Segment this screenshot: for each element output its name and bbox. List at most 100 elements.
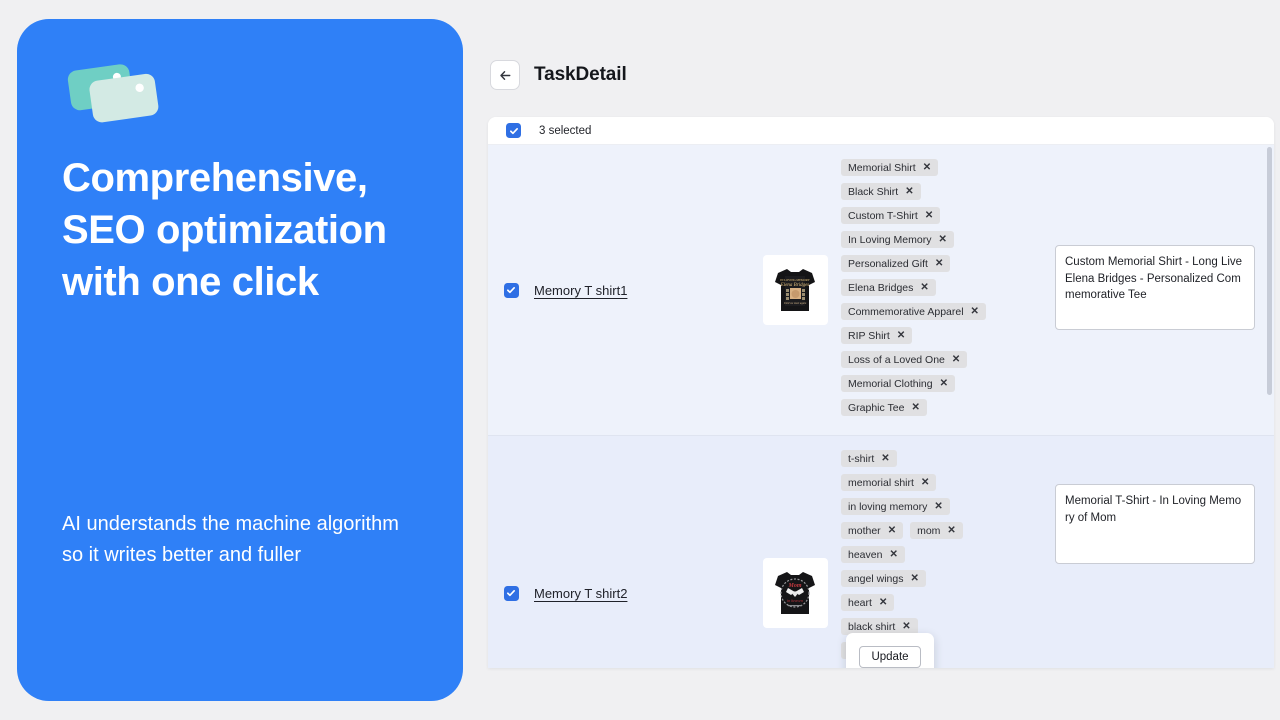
table-body: Memory T shirt1 IN LOVING MEMORY Elena B… — [488, 145, 1274, 668]
update-button[interactable]: Update — [859, 646, 921, 668]
tag-remove-icon[interactable]: ✕ — [889, 549, 897, 560]
tag-line: memorial shirt ✕ — [841, 474, 937, 491]
tag-label: memorial shirt — [848, 476, 914, 489]
tag-chip[interactable]: mother ✕ — [841, 522, 904, 539]
tag-line: RIP Shirt ✕ — [841, 327, 913, 344]
tag-label: Commemorative Apparel — [848, 305, 964, 318]
tag-label: Personalized Gift — [848, 257, 928, 270]
promo-headline: Comprehensive, SEO optimization with one… — [62, 156, 387, 304]
tag-label: in loving memory — [848, 500, 928, 513]
tag-chip[interactable]: Elena Bridges ✕ — [841, 279, 936, 296]
tag-label: heart — [848, 596, 872, 609]
tag-remove-icon[interactable]: ✕ — [923, 162, 931, 173]
tag-line: Personalized Gift ✕ — [841, 255, 951, 272]
product-link[interactable]: Memory T shirt2 — [534, 586, 627, 601]
row-checkbox[interactable] — [503, 585, 519, 601]
tag-chip[interactable]: mom ✕ — [910, 522, 963, 539]
tag-remove-icon[interactable]: ✕ — [940, 378, 948, 389]
product-link[interactable]: Memory T shirt1 — [534, 283, 627, 298]
tag-remove-icon[interactable]: ✕ — [952, 354, 960, 365]
tag-chip[interactable]: in loving memory ✕ — [841, 498, 950, 515]
svg-text:Until we meet again: Until we meet again — [784, 302, 807, 305]
row-checkbox[interactable] — [503, 282, 519, 298]
back-button[interactable] — [490, 60, 520, 90]
tag-chip[interactable]: t-shirt ✕ — [841, 450, 897, 467]
promo-panel: Comprehensive, SEO optimization with one… — [17, 19, 463, 701]
tag-remove-icon[interactable]: ✕ — [921, 477, 929, 488]
tag-chip[interactable]: Memorial Shirt ✕ — [841, 159, 939, 176]
screen-root: Comprehensive, SEO optimization with one… — [0, 0, 1280, 720]
tag-line: Loss of a Loved One ✕ — [841, 351, 968, 368]
tag-label: Graphic Tee — [848, 401, 905, 414]
row-thumbnail-cell: Mom in heaven — [749, 448, 841, 668]
tag-chip[interactable]: Memorial Clothing ✕ — [841, 375, 956, 392]
tag-label: Memorial Shirt — [848, 161, 916, 174]
task-detail-table: 3 selected Memory T shirt1 IN LOVING MEM… — [488, 117, 1274, 668]
tag-label: Memorial Clothing — [848, 377, 933, 390]
row-name-cell: Memory T shirt1 — [534, 157, 749, 423]
row-select-cell — [488, 448, 534, 668]
tag-remove-icon[interactable]: ✕ — [935, 258, 943, 269]
tag-remove-icon[interactable]: ✕ — [905, 186, 913, 197]
tag-remove-icon[interactable]: ✕ — [920, 282, 928, 293]
description-box[interactable]: Custom Memorial Shirt - Long Live Elena … — [1055, 245, 1255, 330]
description-box[interactable]: Memorial T-Shirt - In Loving Memo ry of … — [1055, 484, 1255, 564]
svg-text:Mom: Mom — [787, 583, 801, 589]
tag-remove-icon[interactable]: ✕ — [934, 501, 942, 512]
tag-chip[interactable]: Graphic Tee ✕ — [841, 399, 927, 416]
tag-chip[interactable]: RIP Shirt ✕ — [841, 327, 913, 344]
tag-chip[interactable]: Loss of a Loved One ✕ — [841, 351, 968, 368]
tag-line: Elena Bridges ✕ — [841, 279, 936, 296]
tag-chip[interactable]: Custom T-Shirt ✕ — [841, 207, 941, 224]
tag-line: t-shirt ✕ — [841, 450, 897, 467]
tag-line: heart ✕ — [841, 594, 895, 611]
product-thumbnail[interactable]: Mom in heaven — [762, 558, 828, 628]
tag-chip[interactable]: Commemorative Apparel ✕ — [841, 303, 986, 320]
promo-subtext: AI understands the machine algorithm so … — [62, 513, 399, 566]
tag-chip[interactable]: angel wings ✕ — [841, 570, 926, 587]
page-title: TaskDetail — [534, 64, 627, 85]
tag-remove-icon[interactable]: ✕ — [888, 525, 896, 536]
tag-remove-icon[interactable]: ✕ — [897, 330, 905, 341]
tag-remove-icon[interactable]: ✕ — [911, 402, 919, 413]
select-all-checkbox[interactable] — [506, 123, 521, 138]
row-description-cell: Memorial T-Shirt - In Loving Memo ry of … — [1036, 448, 1274, 668]
double-tag-logo-icon — [62, 57, 172, 127]
row-tags-cell: Memorial Shirt ✕ Black Shirt ✕ Custom T-Sh… — [841, 157, 1036, 423]
tag-chip[interactable]: heart ✕ — [841, 594, 895, 611]
table-row: Memory T shirt1 IN LOVING MEMORY Elena B… — [488, 145, 1274, 436]
tag-label: black shirt — [848, 620, 896, 633]
tag-label: Black Shirt — [848, 185, 899, 198]
tag-remove-icon[interactable]: ✕ — [910, 573, 918, 584]
tag-line: heaven ✕ — [841, 546, 905, 563]
tag-label: heaven — [848, 548, 883, 561]
row-select-cell — [488, 157, 534, 423]
tag-line: Memorial Shirt ✕ — [841, 159, 939, 176]
tag-remove-icon[interactable]: ✕ — [938, 234, 946, 245]
tag-remove-icon[interactable]: ✕ — [879, 597, 887, 608]
row-thumbnail-cell: IN LOVING MEMORY Elena Bridges Until we … — [749, 157, 841, 423]
svg-text:IN LOVING MEMORY: IN LOVING MEMORY — [780, 278, 810, 282]
tag-remove-icon[interactable]: ✕ — [971, 306, 979, 317]
product-thumbnail[interactable]: IN LOVING MEMORY Elena Bridges Until we … — [762, 255, 828, 325]
tag-label: In Loving Memory — [848, 233, 932, 246]
svg-text:in heaven: in heaven — [787, 598, 803, 603]
tag-label: angel wings — [848, 572, 904, 585]
app-panel: TaskDetail 3 selected Memory T shirt1 IN… — [463, 0, 1280, 720]
tag-chip[interactable]: heaven ✕ — [841, 546, 905, 563]
tag-line: mother ✕ mom ✕ — [841, 522, 963, 539]
tag-chip[interactable]: Black Shirt ✕ — [841, 183, 921, 200]
tag-remove-icon[interactable]: ✕ — [881, 453, 889, 464]
table-header-row: 3 selected — [488, 117, 1274, 145]
row-name-cell: Memory T shirt2 — [534, 448, 749, 668]
tag-chip[interactable]: memorial shirt ✕ — [841, 474, 937, 491]
update-popup: Update — [846, 633, 934, 668]
tag-remove-icon[interactable]: ✕ — [947, 525, 955, 536]
tag-chip[interactable]: Personalized Gift ✕ — [841, 255, 951, 272]
tag-label: RIP Shirt — [848, 329, 890, 342]
tag-chip[interactable]: In Loving Memory ✕ — [841, 231, 954, 248]
tag-remove-icon[interactable]: ✕ — [925, 210, 933, 221]
table-scrollbar[interactable] — [1267, 147, 1272, 665]
tag-remove-icon[interactable]: ✕ — [902, 621, 910, 632]
table-scrollbar-thumb[interactable] — [1267, 147, 1272, 395]
